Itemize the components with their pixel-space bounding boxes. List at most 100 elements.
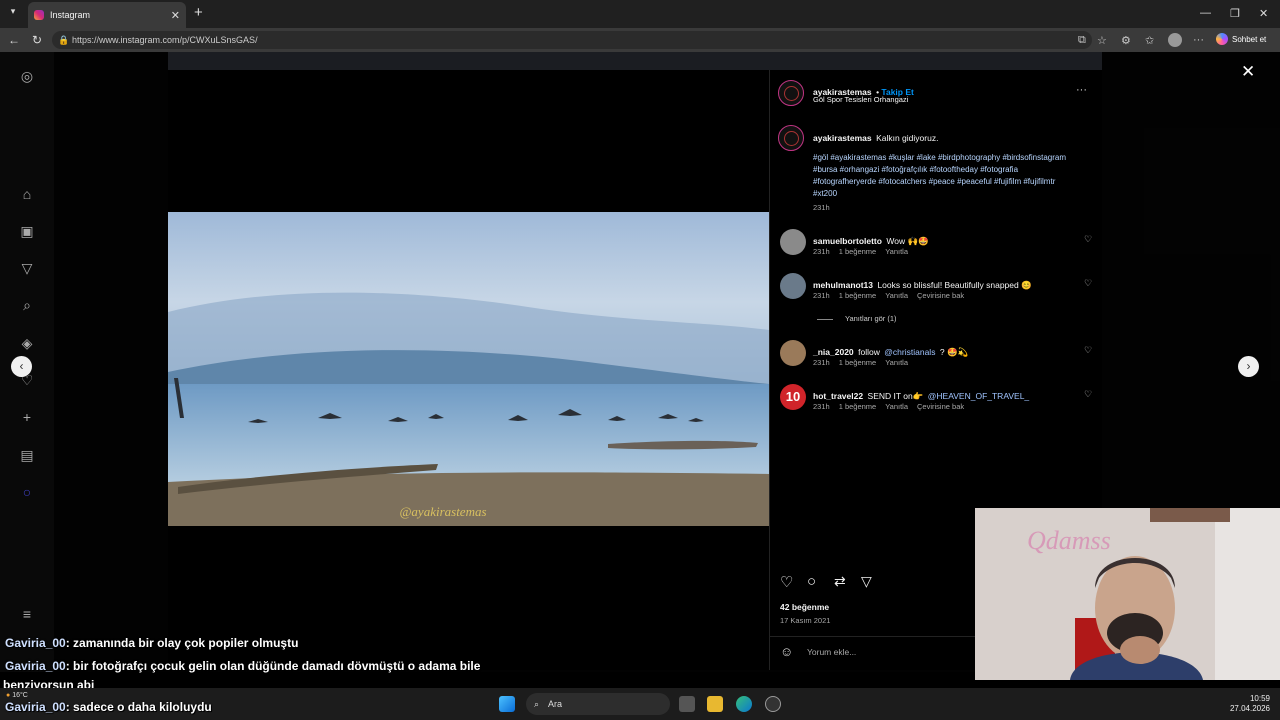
reply-button[interactable]: Yanıtla [885, 402, 908, 411]
create-icon[interactable]: + [18, 409, 36, 427]
weather-widget[interactable]: ● 16°C [6, 692, 28, 699]
like-icon[interactable]: ♡ [780, 573, 793, 591]
comment-mention[interactable]: @christianals [884, 347, 935, 357]
commenter-avatar[interactable] [780, 273, 806, 299]
copilot-chat-button[interactable]: Sohbet et [1216, 33, 1266, 45]
maximize-icon[interactable]: ❐ [1230, 7, 1240, 20]
comment-meta: 231h 1 beğenme Yanıtla Çevirisine bak [813, 402, 973, 411]
system-clock[interactable]: 10:59 27.04.2026 [1226, 694, 1270, 714]
search-label: Ara [548, 699, 563, 709]
post-date: 17 Kasım 2021 [780, 616, 831, 625]
task-view-icon[interactable] [679, 696, 695, 712]
emoji-icon[interactable]: ☺ [780, 644, 793, 659]
reply-button[interactable]: Yanıtla [885, 358, 908, 367]
author-avatar[interactable] [778, 80, 804, 106]
comment-username[interactable]: _nia_2020 [813, 347, 854, 357]
comment-username[interactable]: samuelbortoletto [813, 236, 882, 246]
tab-title: Instagram [50, 10, 91, 20]
instagram-favicon-icon [34, 10, 44, 20]
copilot-icon [1216, 33, 1228, 45]
comment-like-icon[interactable]: ♡ [1084, 234, 1092, 245]
url-field[interactable]: 🔒 https://www.instagram.com/p/CWXuLSnsGA… [52, 31, 1092, 49]
tab-instagram[interactable]: Instagram ✕ [28, 2, 186, 28]
direct-icon[interactable]: ▽ [18, 260, 36, 278]
reply-button[interactable]: Yanıtla [885, 291, 908, 300]
reels-icon[interactable]: ▣ [18, 223, 36, 241]
post-photo[interactable]: @ayakirastemas [168, 212, 769, 526]
caption-time: 231h [813, 203, 830, 212]
comment-username[interactable]: hot_travel22 [813, 391, 863, 401]
lake-photo-image: @ayakirastemas [168, 212, 769, 526]
repost-icon[interactable]: ⇄ [834, 573, 846, 590]
view-replies-button[interactable]: Yanıtları gör (1) [817, 314, 906, 323]
lock-icon: 🔒 [58, 35, 70, 45]
search-icon[interactable]: ⌕ [18, 297, 36, 315]
comment-text-after: ? 🤩💫 [939, 347, 969, 357]
minimize-icon[interactable]: — [1200, 7, 1211, 19]
extensions-icon[interactable]: ⚙ [1121, 34, 1131, 47]
chat-message: Gaviria_00: zamanında bir olay çok popil… [5, 636, 298, 650]
close-tab-icon[interactable]: ✕ [171, 9, 180, 22]
menu-icon[interactable]: ≡ [18, 606, 36, 624]
weather-icon: ● [6, 692, 11, 699]
post-location[interactable]: Göl Spor Tesisleri Orhangazi [813, 95, 908, 104]
more-options-icon[interactable]: ··· [1076, 84, 1087, 96]
favorite-star-icon[interactable]: ☆ [1097, 34, 1107, 47]
window-close-icon[interactable]: ✕ [1259, 7, 1268, 20]
app-install-icon[interactable]: ⧉ [1078, 34, 1086, 47]
caption: ayakirastemas Kalkın gidiyoruz. [813, 128, 1078, 146]
home-icon[interactable]: ⌂ [18, 186, 36, 204]
new-tab-icon[interactable]: + [194, 4, 203, 21]
instagram-logo-icon[interactable]: ◎ [18, 68, 36, 86]
commenter-avatar[interactable] [780, 229, 806, 255]
profile-avatar[interactable] [1168, 33, 1182, 47]
comment-text: SEND IT on👉 [867, 391, 924, 401]
obs-icon[interactable] [765, 696, 781, 712]
comment-likes[interactable]: 1 beğenme [839, 402, 877, 411]
comment-username[interactable]: mehulmanot13 [813, 280, 873, 290]
explore-icon[interactable]: ◈ [18, 335, 36, 353]
tab-menu-icon[interactable]: ▾ [6, 6, 20, 20]
likes-count[interactable]: 42 beğenme [780, 602, 829, 612]
file-explorer-icon[interactable] [707, 696, 723, 712]
comment-likes[interactable]: 1 beğenme [839, 247, 877, 256]
back-icon[interactable]: ← [8, 33, 20, 47]
webcam-image [975, 508, 1280, 680]
comment-likes[interactable]: 1 beğenme [839, 358, 877, 367]
caption-avatar[interactable] [778, 125, 804, 151]
edge-icon[interactable] [736, 696, 752, 712]
profile-icon[interactable]: ○ [18, 484, 36, 502]
comment-icon[interactable]: ○ [807, 573, 816, 590]
comment-like-icon[interactable]: ♡ [1084, 389, 1092, 400]
chat-text: : sadece o daha kiloluydu [65, 700, 212, 714]
more-menu-icon[interactable]: ··· [1193, 34, 1204, 46]
comment-like-icon[interactable]: ♡ [1084, 278, 1092, 289]
chat-message: Gaviria_00: sadece o daha kiloluydu [5, 700, 212, 714]
close-modal-icon[interactable]: ✕ [1241, 62, 1255, 82]
comment-input[interactable]: Yorum ekle... [807, 647, 856, 657]
comment-mention[interactable]: @HEAVEN_OF_TRAVEL_ [928, 391, 1029, 401]
caption-author[interactable]: ayakirastemas [813, 133, 872, 143]
caption-hashtags[interactable]: #göl #ayakirastemas #kuşlar #lake #birdp… [813, 152, 1078, 200]
clock-time: 10:59 [1249, 694, 1270, 703]
translate-button[interactable]: Çevirisine bak [917, 291, 964, 300]
reply-button[interactable]: Yanıtla [885, 247, 908, 256]
start-icon[interactable] [499, 696, 515, 712]
taskbar-search[interactable]: ⌕ Ara [526, 693, 670, 715]
next-post-arrow-icon[interactable]: › [1238, 356, 1259, 377]
post-media[interactable]: @ayakirastemas [168, 70, 769, 670]
share-icon[interactable]: ▽ [861, 573, 872, 590]
commenter-avatar[interactable]: 10 [780, 384, 806, 410]
reload-icon[interactable]: ↻ [32, 33, 42, 47]
chat-username: Gaviria_00 [5, 700, 66, 714]
translate-button[interactable]: Çevirisine bak [917, 402, 964, 411]
collections-icon[interactable]: ✩ [1145, 34, 1154, 47]
chat-username: Gaviria_00 [5, 636, 66, 650]
commenter-avatar[interactable] [780, 340, 806, 366]
photo-watermark: @ayakirastemas [399, 504, 486, 519]
search-icon: ⌕ [534, 699, 540, 709]
prev-post-arrow-icon[interactable]: ‹ [11, 356, 32, 377]
comment-like-icon[interactable]: ♡ [1084, 345, 1092, 356]
comment-likes[interactable]: 1 beğenme [839, 291, 877, 300]
dashboard-icon[interactable]: ▤ [18, 447, 36, 465]
